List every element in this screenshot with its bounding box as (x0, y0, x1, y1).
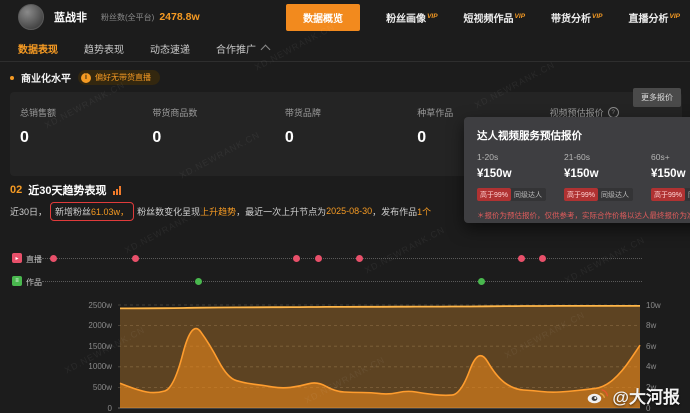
credit-watermark: @大河报 (586, 383, 680, 408)
top-header: 蓝战非 粉丝数(全平台) 2478.8w 数据概览 粉丝画像VIP 短视频作品V… (0, 0, 690, 34)
fans-value: 2478.8w (159, 11, 199, 23)
dashboard-page: 蓝战非 粉丝数(全平台) 2478.8w 数据概览 粉丝画像VIP 短视频作品V… (0, 0, 690, 413)
sub-nav: 数据表现 趋势表现 动态速递 合作推广 (0, 36, 690, 62)
fans-label: 粉丝数(全平台) (101, 12, 154, 23)
bar-chart-icon (113, 186, 121, 195)
event-dot[interactable] (293, 255, 300, 262)
vip-badge: VIP (670, 13, 680, 20)
trend-section-header: 02 近30天趋势表现 (10, 182, 121, 198)
commerce-badge: i 偏好无带货直播 (78, 70, 160, 85)
axis-tick-label: 2500w (68, 301, 112, 310)
commerce-section-header: 商业化水平 i 偏好无带货直播 (10, 70, 160, 85)
subtab-data-performance[interactable]: 数据表现 (18, 41, 58, 56)
avatar[interactable] (18, 4, 44, 30)
event-dot[interactable] (315, 255, 322, 262)
axis-tick-label: 6w (646, 342, 656, 351)
quote-footnote: ＊报价为预估报价，仅供参考，实际合作价格以达人最终报价为准＊ (477, 210, 690, 221)
works-icon (12, 276, 22, 286)
coin-icon: i (81, 73, 91, 83)
weibo-icon (586, 387, 608, 405)
rank-badge: 高于99%同级达人 (477, 188, 546, 201)
rank-badge: 高于99%同级达人 (564, 188, 633, 201)
axis-tick-label: 2000w (68, 321, 112, 330)
axis-tick-label: 10w (646, 301, 661, 310)
axis-tick-label: 1000w (68, 362, 112, 371)
legend-live[interactable]: 直播 (26, 254, 42, 265)
works-events-row: 作品 (0, 273, 690, 291)
metric-brand-count: 带货品牌 0 (285, 106, 417, 176)
live-icon (12, 253, 22, 263)
quote-col-long: 60s+ ¥150w 高于99%同级达人 (651, 152, 690, 202)
event-dot[interactable] (195, 278, 202, 285)
vip-badge: VIP (427, 13, 437, 20)
main-nav: 数据概览 粉丝画像VIP 短视频作品VIP 带货分析VIP 直播分析VIP (286, 4, 680, 31)
quote-col-short: 1-20s ¥150w 高于99%同级达人 (477, 152, 564, 202)
more-quotes-button[interactable]: 更多报价 (633, 88, 681, 107)
red-annotation-box: 新增粉丝61.03w， (50, 202, 134, 221)
event-dot[interactable] (356, 255, 363, 262)
quote-col-medium: 21-60s ¥150w 高于99%同级达人 (564, 152, 651, 202)
event-timeline: 直播 作品 (0, 248, 690, 294)
vip-badge: VIP (592, 13, 602, 20)
quote-popup: 达人视频服务预估报价 1-20s ¥150w 高于99%同级达人 21-60s … (464, 117, 690, 223)
metric-total-sales: 总销售额 0 (20, 106, 152, 176)
axis-tick-label: 8w (646, 321, 656, 330)
username: 蓝战非 (54, 9, 87, 25)
event-dot[interactable] (539, 255, 546, 262)
event-dot[interactable] (50, 255, 57, 262)
rank-badge: 高于99%同级达人 (651, 188, 690, 201)
trend-summary: 近30日，新增粉丝61.03w，粉丝数变化呈现上升趋势，最近一次上升节点为202… (10, 200, 431, 222)
event-dot[interactable] (518, 255, 525, 262)
axis-tick-label: 500w (68, 383, 112, 392)
bullet-icon (10, 76, 14, 80)
subtab-trend[interactable]: 趋势表现 (84, 41, 124, 56)
nav-tab-overview[interactable]: 数据概览 (286, 4, 360, 31)
event-dot[interactable] (478, 278, 485, 285)
legend-works[interactable]: 作品 (26, 277, 42, 288)
subtab-updates[interactable]: 动态速递 (150, 41, 190, 56)
axis-tick-label: 4w (646, 362, 656, 371)
axis-tick-label: 1500w (68, 342, 112, 351)
nav-tab-fans-portrait[interactable]: 粉丝画像VIP (386, 10, 437, 25)
axis-tick-label: 0 (68, 404, 112, 413)
vip-badge: VIP (515, 13, 525, 20)
timeline-dotted-line (42, 281, 642, 282)
metric-product-count: 带货商品数 0 (152, 106, 284, 176)
nav-tab-commerce-analysis[interactable]: 带货分析VIP (551, 10, 602, 25)
credit-text: @大河报 (612, 383, 680, 408)
live-events-row: 直播 (0, 250, 690, 268)
commerce-title: 商业化水平 (21, 70, 71, 85)
subtab-cooperation[interactable]: 合作推广 (216, 41, 256, 56)
nav-tab-videos[interactable]: 短视频作品VIP (464, 10, 525, 25)
quote-popup-title: 达人视频服务预估报价 (477, 128, 690, 143)
nav-tab-live-analysis[interactable]: 直播分析VIP (629, 10, 680, 25)
event-dot[interactable] (132, 255, 139, 262)
